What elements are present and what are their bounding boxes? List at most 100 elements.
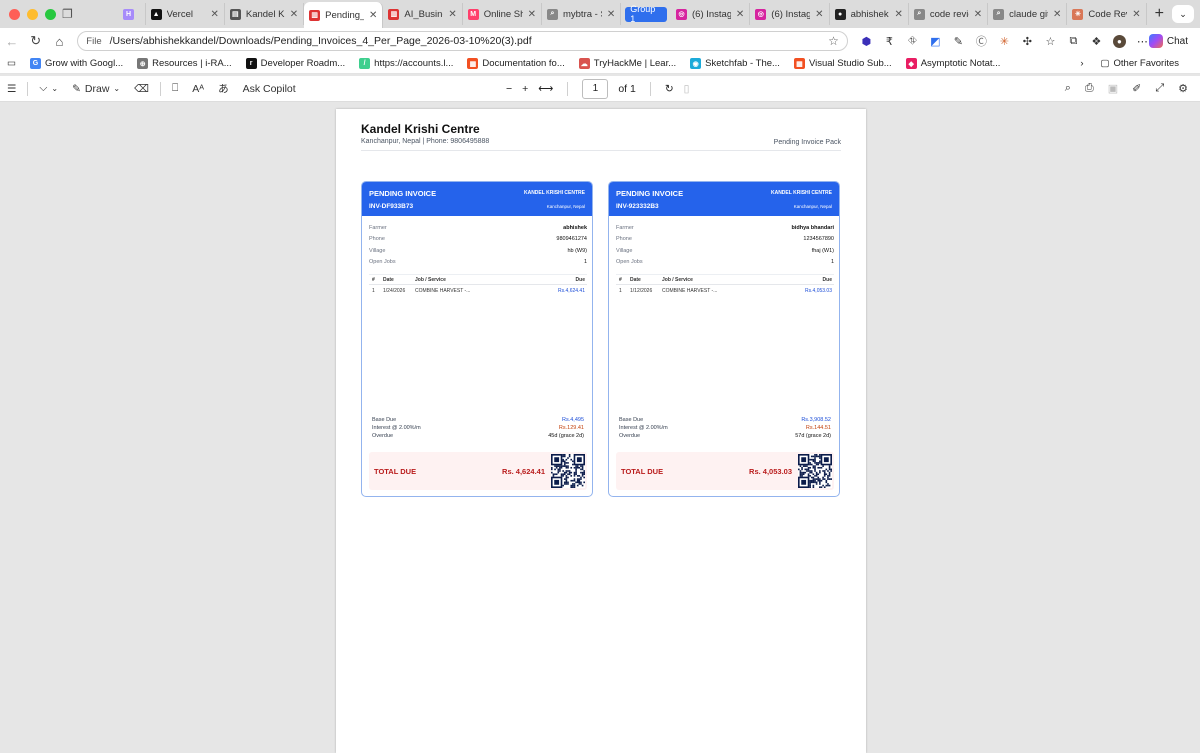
other-favorites-folder[interactable]: ▢ Other Favorites — [1094, 58, 1186, 69]
extensions-puzzle-icon[interactable]: ✣ — [1021, 35, 1034, 48]
table-cell: 1 — [619, 288, 622, 294]
zoom-window-button[interactable] — [45, 8, 56, 20]
favorites-overflow-chevron-icon[interactable]: › — [1080, 58, 1083, 69]
text-box-icon[interactable]: ⎕ — [165, 82, 185, 95]
farmer-info: Farmer bidhya bhandari Phone 1234567890 Vill… — [616, 222, 834, 268]
favorite-link[interactable]: ▦ Visual Studio Sub... — [787, 58, 899, 69]
favorite-link[interactable]: ◆ Asymptotic Notat... — [899, 58, 1008, 69]
tab-close-icon[interactable]: ✕ — [290, 9, 298, 20]
copilot-apps-icon[interactable]: ❖ — [1090, 35, 1103, 48]
pdf-icon: ▥ — [309, 9, 321, 21]
browser-tab[interactable]: ◎ (6) Instagra ✕ — [671, 3, 751, 25]
extension-color-icon[interactable]: ◩ — [929, 35, 942, 48]
browser-tab[interactable]: ● abhishekka ✕ — [830, 3, 909, 25]
search-icon[interactable]: ⌕ — [1065, 82, 1071, 95]
minimize-window-button[interactable] — [27, 8, 38, 20]
browser-tab[interactable]: ⌕ code review ✕ — [909, 3, 989, 25]
rotate-icon[interactable]: ↻ — [665, 83, 674, 95]
favorite-site-icon: G — [29, 58, 41, 69]
browser-tab[interactable]: ◎ (6) Instagra ✕ — [750, 3, 830, 25]
tab-close-icon[interactable]: ✕ — [528, 9, 536, 20]
fullscreen-icon[interactable]: ⤢ — [1155, 82, 1164, 95]
tab-close-icon[interactable]: ✕ — [815, 9, 823, 20]
ask-copilot-button[interactable]: Ask Copilot — [236, 83, 303, 95]
tab-close-icon[interactable]: ✕ — [607, 9, 615, 20]
extension-icons: ⬢ ₹ ⛗ ◩ ✎ Ⓒ ✳ ✣ ☆ ⧉ ❖ ● ⋯ — [848, 34, 1149, 48]
url-text[interactable]: /Users/abhishekkandel/Downloads/Pending_… — [110, 35, 829, 47]
page-number-input[interactable]: 1 — [582, 78, 609, 99]
favorite-link[interactable]: ⊕ Resources | i-RA... — [130, 58, 239, 69]
tab-close-icon[interactable]: ✕ — [210, 9, 218, 20]
home-icon[interactable]: ⌂ — [48, 34, 72, 49]
tab-list: H ▲ Vercel ✕ ▤ Kandel Kris ✕ ▥ Pending_In ✕ ▥ AI_Bu… — [118, 0, 1147, 28]
pdf-viewer[interactable]: Kandel Krishi Centre Kanchanpur, Nepal |… — [3, 102, 1197, 753]
summary-value: Rs.3,908.52 — [801, 417, 831, 423]
favorite-link[interactable]: r Developer Roadm... — [239, 58, 352, 69]
more-menu-icon[interactable]: ⋯ — [1136, 35, 1149, 48]
extension-network-icon[interactable]: ⛗ — [906, 35, 919, 48]
browser-tab[interactable]: ⌕ mybtra - Se ✕ — [542, 3, 622, 25]
page-view-icon[interactable]: ▯ — [684, 83, 690, 95]
tab-close-icon[interactable]: ✕ — [894, 9, 902, 20]
refresh-icon[interactable]: ↻ — [24, 33, 48, 49]
browser-tab[interactable]: ▥ Pending_In ✕ — [304, 2, 384, 28]
tab-close-icon[interactable]: ✕ — [369, 10, 377, 21]
tab-actions-chevron-down-icon[interactable]: ⌄ — [1172, 5, 1194, 23]
eraser-icon[interactable]: ⌫ — [127, 83, 156, 95]
close-window-button[interactable] — [9, 8, 20, 20]
save-icon[interactable]: ▣ — [1108, 82, 1118, 95]
address-bar[interactable]: File /Users/abhishekkandel/Downloads/Pen… — [77, 31, 848, 51]
favorite-star-icon[interactable]: ☆ — [828, 34, 839, 48]
collections-icon[interactable]: ⧉ — [1067, 35, 1080, 48]
vercel-icon: ▲ — [150, 8, 162, 20]
highlight-tool[interactable]: ⌵ ⌄ — [32, 82, 65, 95]
tab-close-icon[interactable]: ✕ — [974, 9, 982, 20]
summary-row: Overdue 45d (grace 2d) — [372, 432, 584, 440]
table-of-contents-icon[interactable]: ☰ — [0, 83, 23, 95]
back-arrow-icon[interactable]: ← — [0, 34, 24, 49]
browser-tab[interactable]: ▤ Kandel Kris ✕ — [225, 3, 305, 25]
save-as-icon[interactable]: ✐ — [1132, 82, 1141, 95]
zoom-out-icon[interactable]: − — [506, 83, 512, 95]
workspaces-icon[interactable]: ❐ — [62, 7, 73, 21]
tab-close-icon[interactable]: ✕ — [448, 9, 456, 20]
table-cell: COMBINE HARVEST -... — [662, 288, 718, 294]
browser-tab[interactable]: ⌕ claude githu ✕ — [988, 3, 1068, 25]
summary-key: Interest @ 2.00%/m — [619, 425, 668, 431]
favorite-link[interactable]: ◉ Sketchfab - The... — [683, 58, 787, 69]
extension-hexagon-icon[interactable]: ⬢ — [860, 35, 873, 48]
settings-gear-icon[interactable]: ⚙ — [1178, 82, 1188, 95]
draw-tool[interactable]: ✎ Draw ⌄ — [65, 83, 127, 95]
favorites-toggle-icon[interactable]: ▭ — [0, 58, 23, 69]
extension-brush-icon[interactable]: ✎ — [952, 35, 965, 48]
fit-width-icon[interactable]: ⟷ — [538, 83, 553, 95]
translate-icon[interactable]: あ — [211, 81, 236, 96]
tab-group-label[interactable]: Group 1 — [625, 4, 667, 24]
column-header: # — [372, 276, 375, 283]
profile-avatar[interactable]: ● — [1112, 34, 1126, 48]
info-value: 1234567890 — [803, 236, 834, 243]
favorite-link[interactable]: ☁ TryHackMe | Lear... — [572, 58, 683, 69]
copilot-chat-button[interactable]: Chat — [1148, 34, 1188, 48]
print-icon[interactable]: ⎙ — [1085, 82, 1094, 95]
tab-close-icon[interactable]: ✕ — [1053, 9, 1061, 20]
tab-close-icon[interactable]: ✕ — [1132, 9, 1140, 20]
extension-rupee-icon[interactable]: ₹ — [883, 35, 896, 48]
tab-close-icon[interactable]: ✕ — [736, 9, 744, 20]
browser-tab[interactable]: H — [118, 3, 146, 25]
claude-icon: ✳ — [1072, 8, 1084, 20]
favorite-link[interactable]: / https://accounts.l... — [352, 58, 460, 69]
browser-tab[interactable]: ▥ AI_Busines ✕ — [383, 3, 463, 25]
browser-tab[interactable]: ✳ Code Revie ✕ — [1067, 3, 1147, 25]
new-tab-button[interactable]: + — [1147, 5, 1172, 23]
extension-asterisk-icon[interactable]: ✳ — [998, 35, 1011, 48]
read-aloud-icon[interactable]: Aᴬ — [185, 83, 211, 95]
favorite-link[interactable]: ▦ Documentation fo... — [460, 58, 571, 69]
zoom-in-icon[interactable]: + — [522, 83, 528, 95]
browser-tab[interactable]: M Online Shor ✕ — [463, 3, 542, 25]
favorites-icon[interactable]: ☆ — [1044, 35, 1057, 48]
browser-tab[interactable]: ▲ Vercel ✕ — [146, 3, 225, 25]
extension-c-icon[interactable]: Ⓒ — [975, 35, 988, 48]
favorite-link[interactable]: G Grow with Googl... — [23, 58, 130, 69]
workspace-controls: ❐ — [58, 7, 118, 21]
